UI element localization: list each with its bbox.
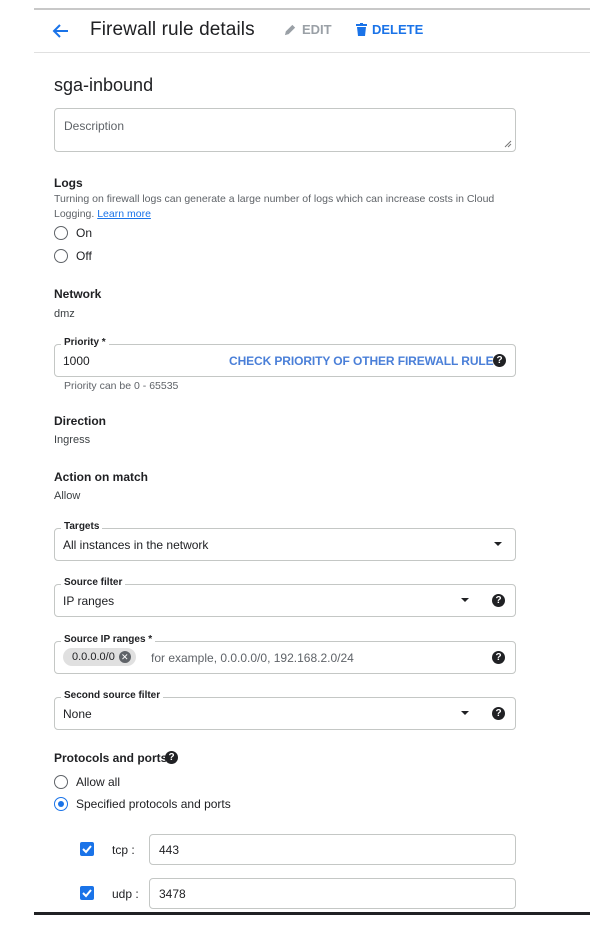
priority-help-icon[interactable]: ? bbox=[493, 354, 506, 367]
chevron-down-icon[interactable] bbox=[461, 711, 469, 715]
source-filter-value: IP ranges bbox=[63, 594, 115, 608]
check-icon bbox=[82, 845, 92, 854]
trash-icon bbox=[356, 23, 367, 36]
udp-label: udp : bbox=[112, 887, 139, 901]
logs-radio-on[interactable]: On bbox=[54, 226, 92, 240]
network-heading: Network bbox=[54, 287, 102, 301]
source-filter-label: Source filter bbox=[61, 577, 126, 588]
radio-allow-all-icon bbox=[54, 775, 68, 789]
source-ip-help-icon[interactable]: ? bbox=[492, 651, 505, 664]
priority-label: Priority * bbox=[61, 337, 109, 348]
tcp-checkbox[interactable] bbox=[80, 842, 94, 856]
second-source-help-icon[interactable]: ? bbox=[492, 707, 505, 720]
protocols-help-icon[interactable]: ? bbox=[165, 751, 178, 764]
resize-grip-icon[interactable] bbox=[504, 140, 512, 148]
targets-value: All instances in the network bbox=[63, 538, 209, 552]
radio-specified-icon bbox=[54, 797, 68, 811]
logs-off-label: Off bbox=[76, 249, 92, 263]
source-filter-select[interactable]: Source filter IP ranges ? bbox=[54, 577, 516, 617]
page-header: Firewall rule details EDIT DELETE bbox=[34, 10, 590, 53]
description-textarea[interactable]: Description bbox=[54, 108, 516, 152]
delete-label: DELETE bbox=[372, 22, 424, 37]
udp-ports-value: 3478 bbox=[159, 887, 186, 901]
source-ip-ranges-placeholder: for example, 0.0.0.0/0, 192.168.2.0/24 bbox=[151, 651, 354, 665]
second-source-filter-label: Second source filter bbox=[61, 690, 164, 701]
radio-on-icon bbox=[54, 226, 68, 240]
network-value: dmz bbox=[54, 308, 75, 320]
specified-label: Specified protocols and ports bbox=[76, 797, 231, 811]
description-placeholder: Description bbox=[64, 119, 125, 133]
check-priority-link[interactable]: CHECK PRIORITY OF OTHER FIREWALL RULES bbox=[229, 354, 502, 368]
direction-value: Ingress bbox=[54, 434, 91, 446]
delete-button[interactable]: DELETE bbox=[356, 22, 423, 37]
priority-field[interactable]: Priority * 1000 CHECK PRIORITY OF OTHER … bbox=[54, 337, 516, 377]
direction-heading: Direction bbox=[54, 414, 107, 428]
second-source-filter-value: None bbox=[63, 707, 92, 721]
action-value: Allow bbox=[54, 490, 81, 502]
tcp-ports-input[interactable]: 443 bbox=[149, 834, 516, 865]
priority-hint: Priority can be 0 - 65535 bbox=[64, 380, 179, 392]
learn-more-link[interactable]: Learn more bbox=[97, 208, 151, 220]
logs-radio-off[interactable]: Off bbox=[54, 249, 92, 263]
source-ip-ranges-label: Source IP ranges * bbox=[61, 634, 156, 645]
targets-label: Targets bbox=[61, 521, 103, 532]
page-title: Firewall rule details bbox=[90, 19, 255, 40]
check-icon bbox=[82, 889, 92, 898]
allow-all-label: Allow all bbox=[76, 775, 121, 789]
udp-checkbox[interactable] bbox=[80, 886, 94, 900]
action-heading: Action on match bbox=[54, 470, 149, 484]
source-filter-help-icon[interactable]: ? bbox=[492, 594, 505, 607]
edit-label: EDIT bbox=[302, 22, 332, 37]
tcp-ports-value: 443 bbox=[159, 843, 180, 857]
logs-on-label: On bbox=[76, 226, 93, 240]
targets-select[interactable]: Targets All instances in the network bbox=[54, 521, 516, 561]
back-arrow-icon[interactable] bbox=[50, 20, 72, 42]
ip-range-chip: 0.0.0.0/0 ✕ bbox=[63, 648, 136, 666]
logs-note: Turning on firewall logs can generate a … bbox=[54, 192, 514, 222]
chip-remove-icon[interactable]: ✕ bbox=[118, 651, 131, 663]
chevron-down-icon[interactable] bbox=[494, 542, 502, 546]
protocols-heading: Protocols and ports bbox=[54, 751, 168, 765]
rule-name: sga-inbound bbox=[54, 75, 154, 95]
chevron-down-icon[interactable] bbox=[461, 598, 469, 602]
bottom-frame-line bbox=[34, 912, 590, 915]
udp-ports-input[interactable]: 3478 bbox=[149, 878, 516, 909]
protocols-allow-all-radio[interactable]: Allow all bbox=[54, 775, 120, 789]
source-ip-ranges-field[interactable]: Source IP ranges * 0.0.0.0/0 ✕ for examp… bbox=[54, 634, 516, 674]
edit-button[interactable]: EDIT bbox=[284, 22, 332, 37]
pencil-icon bbox=[284, 24, 296, 36]
second-source-filter-select[interactable]: Second source filter None ? bbox=[54, 690, 516, 730]
ip-range-chip-label: 0.0.0.0/0 bbox=[72, 651, 115, 663]
protocols-specified-radio[interactable]: Specified protocols and ports bbox=[54, 797, 231, 811]
radio-off-icon bbox=[54, 249, 68, 263]
tcp-label: tcp : bbox=[112, 843, 135, 857]
priority-value: 1000 bbox=[63, 354, 90, 368]
logs-heading: Logs bbox=[54, 176, 83, 190]
